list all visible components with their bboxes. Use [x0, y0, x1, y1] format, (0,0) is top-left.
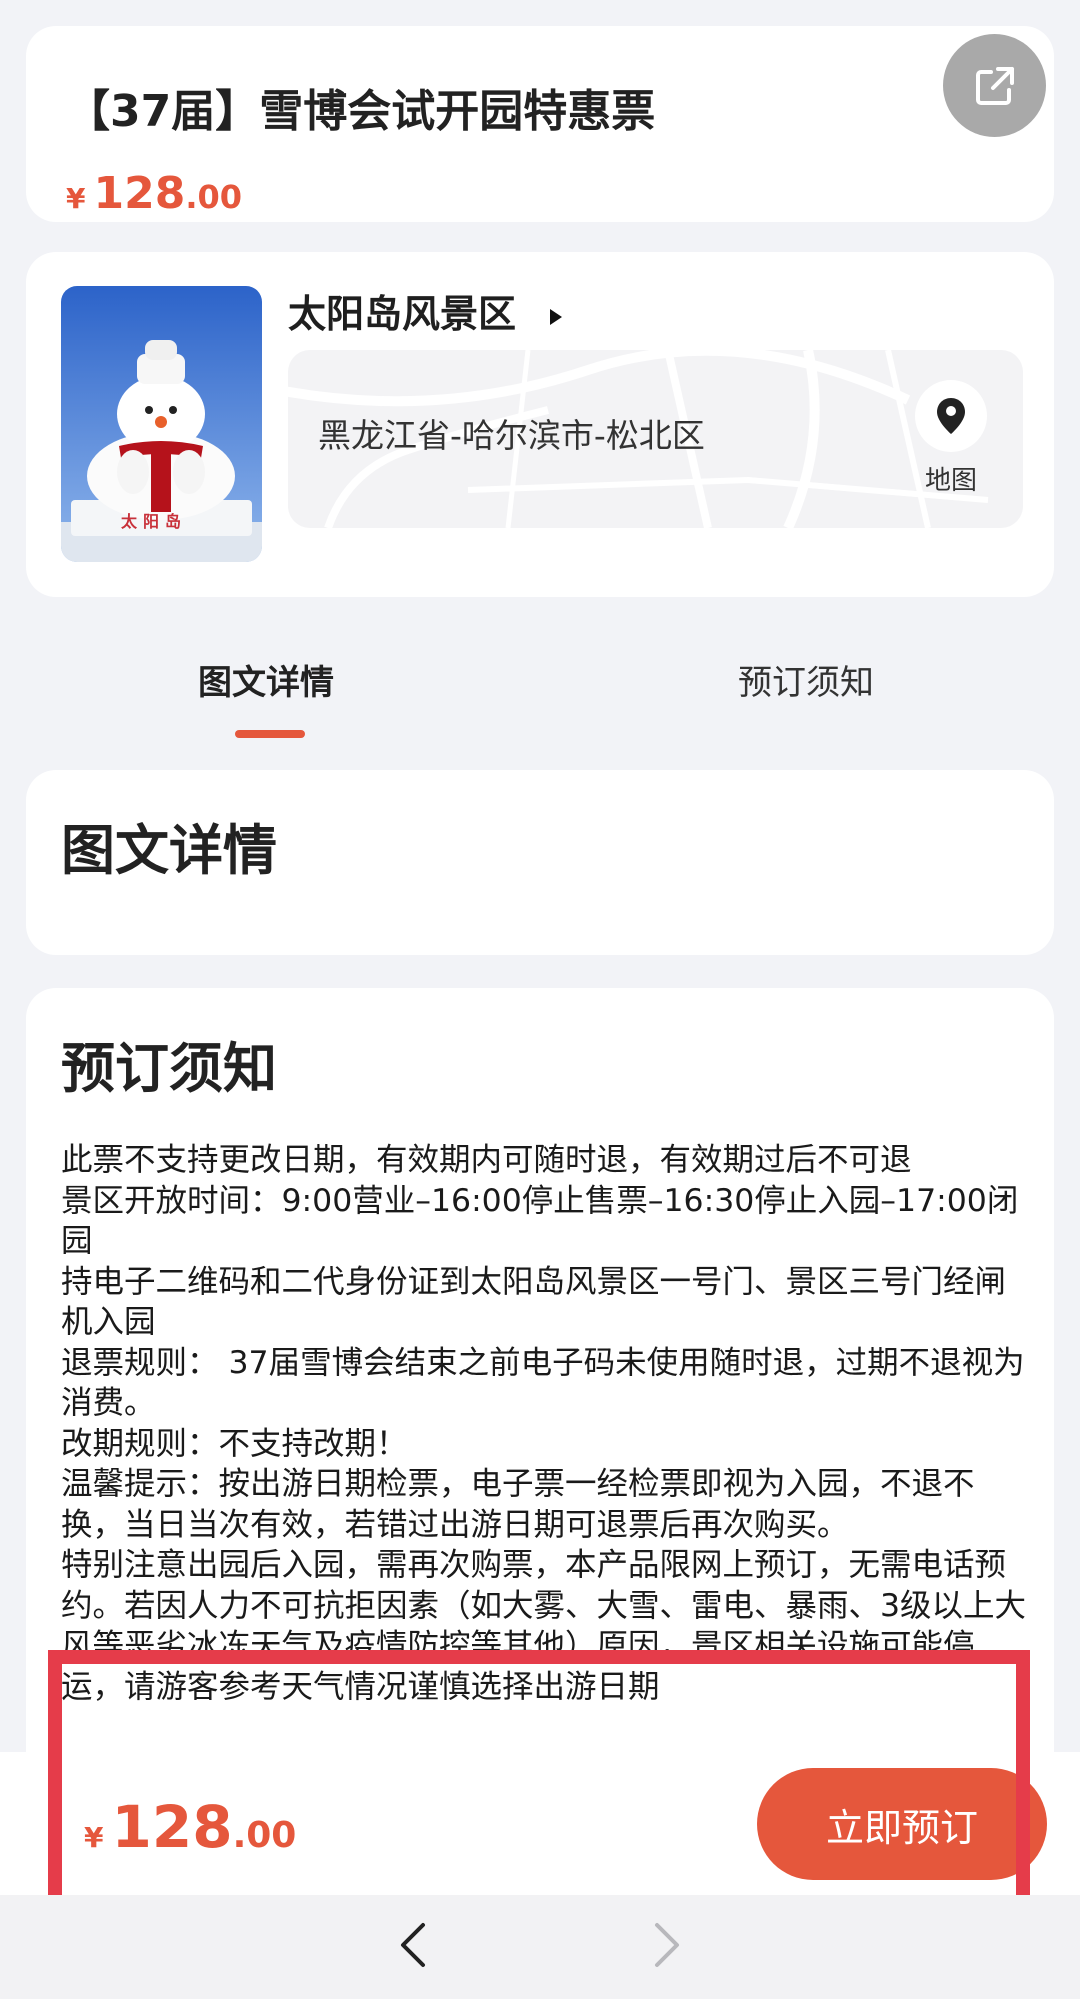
booking-notice-section: 预订须知 此票不支持更改日期，有效期内可随时退，有效期过后不可退 景区开放时间：…: [26, 988, 1054, 1788]
ticket-page: 【37届】雪博会试开园特惠票 ¥128.00 太阳岛 太阳岛风景区 黑龙江省-哈…: [0, 0, 1080, 1999]
scenic-photo: 太阳岛: [61, 286, 262, 562]
chevron-right-icon: [655, 1923, 679, 1967]
bottom-price-decimal: .00: [232, 1815, 297, 1856]
bottom-booking-bar: ¥128.00 立即预订: [0, 1752, 1080, 1895]
map-preview[interactable]: 黑龙江省-哈尔滨市-松北区 地图: [288, 350, 1023, 528]
notice-line: 温馨提示：按出游日期检票，电子票一经检票即视为入园，不退不换，当日当次有效，若错…: [61, 1466, 975, 1543]
notice-line: 持电子二维码和二代身份证到太阳岛风景区一号门、景区三号门经闸机入园: [61, 1263, 1007, 1341]
ticket-title: 【37届】雪博会试开园特惠票: [66, 86, 656, 137]
bottom-price-integer: 128: [111, 1793, 233, 1861]
booking-notice-title: 预订须知: [61, 1037, 277, 1100]
book-now-button[interactable]: 立即预订: [757, 1768, 1047, 1880]
booking-notice-body: 此票不支持更改日期，有效期内可随时退，有效期过后不可退 景区开放时间：9:00营…: [61, 1140, 1036, 1707]
scenic-address: 黑龙江省-哈尔滨市-松北区: [318, 416, 705, 455]
active-tab-indicator: [235, 730, 305, 738]
notice-line: 退票规则： 37届雪博会结束之前电子码未使用随时退，过期不退视为消费。: [61, 1344, 1025, 1422]
tab-details[interactable]: 图文详情: [198, 658, 334, 708]
chevron-left-icon: [401, 1923, 425, 1967]
forward-button[interactable]: [637, 1915, 697, 1975]
caret-right-icon: [548, 286, 564, 342]
notice-line: 此票不支持更改日期，有效期内可随时退，有效期过后不可退: [61, 1142, 912, 1178]
scenic-photo-caption: 太阳岛: [121, 512, 188, 531]
details-section: 图文详情: [26, 770, 1054, 955]
map-pin-container: [915, 380, 987, 452]
share-button[interactable]: [943, 34, 1046, 137]
scenic-spot-card[interactable]: 太阳岛 太阳岛风景区 黑龙江省-哈尔滨市-松北区 地图: [26, 252, 1054, 597]
notice-line: 特别注意出园后入园，需再次购票，本产品限网上预订，无需电话预约。若因人力不可抗拒…: [61, 1547, 1027, 1705]
details-section-title: 图文详情: [61, 819, 277, 882]
bottom-price: ¥128.00: [84, 1792, 296, 1877]
price-decimal: .00: [185, 178, 243, 216]
back-button[interactable]: [383, 1915, 443, 1975]
browser-nav-bar: [0, 1895, 1080, 1999]
bottom-price-currency: ¥: [84, 1821, 104, 1854]
map-button[interactable]: 地图: [896, 380, 1006, 510]
scenic-name: 太阳岛风景区: [288, 292, 517, 336]
content-tabs: 图文详情 预订须知: [0, 640, 1080, 740]
price-integer: 128: [93, 168, 186, 219]
ticket-price: ¥128.00: [66, 164, 242, 233]
share-external-icon: [975, 66, 1014, 105]
price-currency: ¥: [66, 182, 86, 215]
scenic-name-link[interactable]: 太阳岛风景区: [288, 286, 564, 342]
notice-line: 改期规则：不支持改期！: [61, 1425, 408, 1462]
tab-booking-notice[interactable]: 预订须知: [738, 658, 874, 708]
notice-line: 景区开放时间：9:00营业–16:00停止售票–16:30停止入园–17:00闭…: [61, 1182, 1019, 1260]
map-pin-icon: [937, 398, 965, 434]
map-label: 地图: [924, 466, 977, 496]
ticket-header-card: 【37届】雪博会试开园特惠票 ¥128.00: [26, 26, 1054, 222]
